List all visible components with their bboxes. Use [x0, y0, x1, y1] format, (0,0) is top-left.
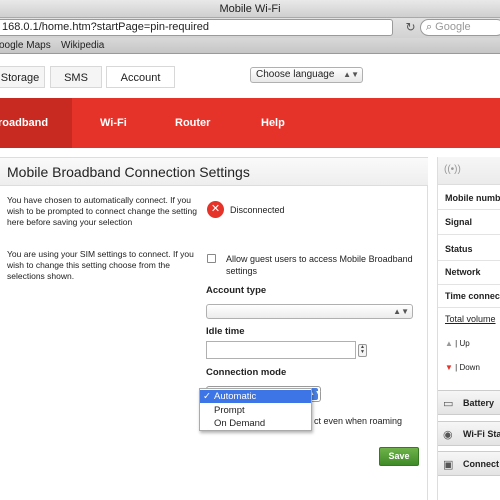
account-type-select[interactable]: ▲▼ — [206, 304, 413, 319]
idle-time-input[interactable] — [206, 341, 356, 359]
divider — [438, 234, 500, 235]
sim-settings-note: You are using your SIM settings to conne… — [7, 249, 194, 281]
status-sidebar: ((•)) Mobile numb Signal Status Network … — [437, 157, 500, 500]
connected-devices-label: Connect — [463, 459, 499, 469]
arrow-down-icon: ▼ — [445, 363, 453, 372]
reload-icon[interactable]: ↻ — [403, 20, 418, 35]
idle-time-label: Idle time — [206, 326, 245, 337]
updown-arrow-icon: ▲▼ — [393, 307, 409, 316]
url-field[interactable]: 168.0.1/home.htm?startPage=pin-required — [0, 19, 393, 36]
nav-wifi[interactable]: Wi-Fi — [100, 98, 127, 148]
guest-access-label: Allow guest users to access Mobile Broad… — [226, 254, 413, 276]
battery-icon: ▭ — [443, 398, 454, 410]
settings-panel: Mobile Broadband Connection Settings You… — [0, 157, 428, 500]
search-field[interactable]: ⌕ Google — [420, 19, 500, 36]
bookmark-wikipedia[interactable]: Wikipedia — [61, 38, 104, 54]
auto-connect-note: You have chosen to automatically connect… — [7, 195, 197, 227]
download-label: Down — [459, 363, 480, 372]
address-bar: 168.0.1/home.htm?startPage=pin-required … — [0, 18, 500, 38]
divider — [438, 307, 500, 308]
total-volume-link[interactable]: Total volume — [445, 314, 496, 324]
nav-broadband[interactable]: roadband — [0, 98, 48, 148]
guest-access-checkbox[interactable] — [207, 254, 216, 263]
tab-storage[interactable]: Storage — [0, 66, 45, 88]
signal-tower-icon: ((•)) — [444, 164, 461, 175]
mobile-number-label: Mobile numb — [445, 193, 500, 203]
divider — [438, 284, 500, 285]
top-tabs: Storage SMS Account Choose language ▲▼ — [0, 55, 500, 95]
tab-account[interactable]: Account — [106, 66, 175, 88]
sidebar-header: ((•)) — [438, 157, 500, 185]
language-value: Choose language — [256, 69, 335, 80]
network-label: Network — [445, 267, 481, 277]
connection-status: Disconnected — [230, 205, 285, 215]
option-prompt[interactable]: Prompt — [200, 404, 311, 417]
status-label: Status — [445, 244, 473, 254]
updown-arrow-icon: ▲▼ — [343, 70, 359, 79]
connection-mode-label: Connection mode — [206, 367, 287, 378]
nav-help[interactable]: Help — [261, 98, 285, 148]
account-type-label: Account type — [206, 285, 267, 296]
option-label: On Demand — [214, 418, 266, 429]
battery-label: Battery — [463, 398, 495, 408]
bookmark-maps[interactable]: oogle Maps — [0, 38, 51, 54]
language-select[interactable]: Choose language ▲▼ — [250, 67, 363, 83]
monitor-icon: ▣ — [443, 459, 454, 471]
option-on-demand[interactable]: On Demand — [200, 417, 311, 430]
divider — [438, 209, 500, 210]
roaming-label: ct even when roaming — [314, 416, 403, 426]
option-label: Automatic — [214, 391, 257, 402]
bookmarks-bar: oogle Maps Wikipedia — [0, 38, 500, 54]
upload-row: ▲ | Up — [445, 339, 470, 348]
connected-devices-panel[interactable]: ▣ Connect — [438, 451, 500, 476]
panel-header: Mobile Broadband Connection Settings — [0, 158, 428, 186]
search-icon: ⌕ — [426, 21, 433, 33]
download-row: ▼ | Down — [445, 363, 480, 372]
check-icon: ✓ — [203, 391, 211, 402]
arrow-up-icon: ▲ — [445, 339, 453, 348]
disconnected-icon: ✕ — [207, 201, 224, 218]
save-button[interactable]: Save — [379, 447, 419, 466]
option-automatic[interactable]: ✓ Automatic — [200, 390, 311, 403]
search-placeholder: Google — [435, 21, 471, 33]
tab-sms[interactable]: SMS — [50, 66, 102, 88]
idle-time-stepper[interactable]: ▲ ▼ — [358, 344, 367, 357]
wifi-status-label: Wi-Fi Sta — [463, 429, 500, 439]
window-title: Mobile Wi-Fi — [0, 0, 500, 18]
nav-router[interactable]: Router — [175, 98, 210, 148]
page-title: Mobile Broadband Connection Settings — [7, 164, 250, 180]
wifi-status-panel[interactable]: ◉ Wi-Fi Sta — [438, 421, 500, 446]
main-nav: roadband Wi-Fi Router Help — [0, 98, 500, 148]
time-connected-label: Time connec — [445, 291, 500, 301]
divider — [438, 260, 500, 261]
option-label: Prompt — [214, 405, 245, 416]
upload-label: Up — [459, 339, 470, 348]
signal-label: Signal — [445, 217, 473, 227]
connection-mode-dropdown: ✓ Automatic Prompt On Demand — [199, 388, 312, 431]
battery-panel[interactable]: ▭ Battery — [438, 390, 500, 415]
wifi-icon: ◉ — [443, 429, 453, 441]
